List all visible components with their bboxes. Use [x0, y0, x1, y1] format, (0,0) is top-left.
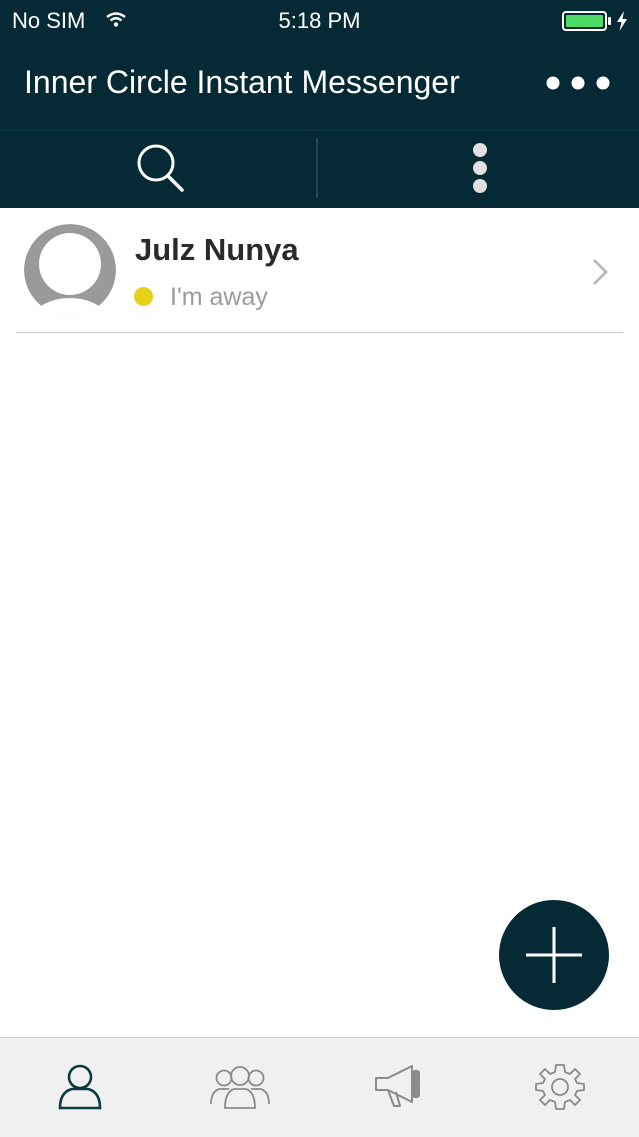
page-title: Inner Circle Instant Messenger — [24, 64, 460, 100]
toolbar-divider — [316, 138, 318, 198]
presence-indicator — [134, 287, 153, 306]
battery-icon — [562, 11, 611, 31]
tab-contacts[interactable] — [0, 1038, 160, 1137]
contact-status: I'm away — [170, 283, 268, 311]
app-header: No SIM 5:18 PM Inner Circle Instant Mess… — [0, 0, 639, 208]
tab-bar — [0, 1037, 639, 1137]
add-contact-button[interactable] — [499, 900, 609, 1010]
tab-groups[interactable] — [160, 1038, 320, 1137]
contact-row[interactable]: Julz Nunya I'm away — [16, 208, 623, 333]
contact-name: Julz Nunya — [135, 232, 299, 267]
plus-icon — [526, 927, 582, 983]
search-icon[interactable] — [130, 140, 190, 196]
broadcast-icon — [375, 1065, 420, 1107]
avatar — [24, 224, 116, 316]
more-horizontal-icon[interactable] — [543, 72, 613, 94]
charging-icon — [617, 11, 627, 31]
status-time: 5:18 PM — [278, 8, 361, 33]
tab-settings[interactable] — [480, 1038, 639, 1137]
contact-icon — [58, 1064, 102, 1110]
tab-broadcast[interactable] — [320, 1038, 480, 1137]
status-bar: No SIM 5:18 PM — [0, 0, 639, 40]
settings-icon — [535, 1064, 585, 1110]
groups-icon — [210, 1066, 270, 1109]
chevron-right-icon — [593, 259, 608, 285]
toolbar-separator — [0, 130, 639, 131]
more-vertical-icon[interactable] — [466, 140, 494, 196]
